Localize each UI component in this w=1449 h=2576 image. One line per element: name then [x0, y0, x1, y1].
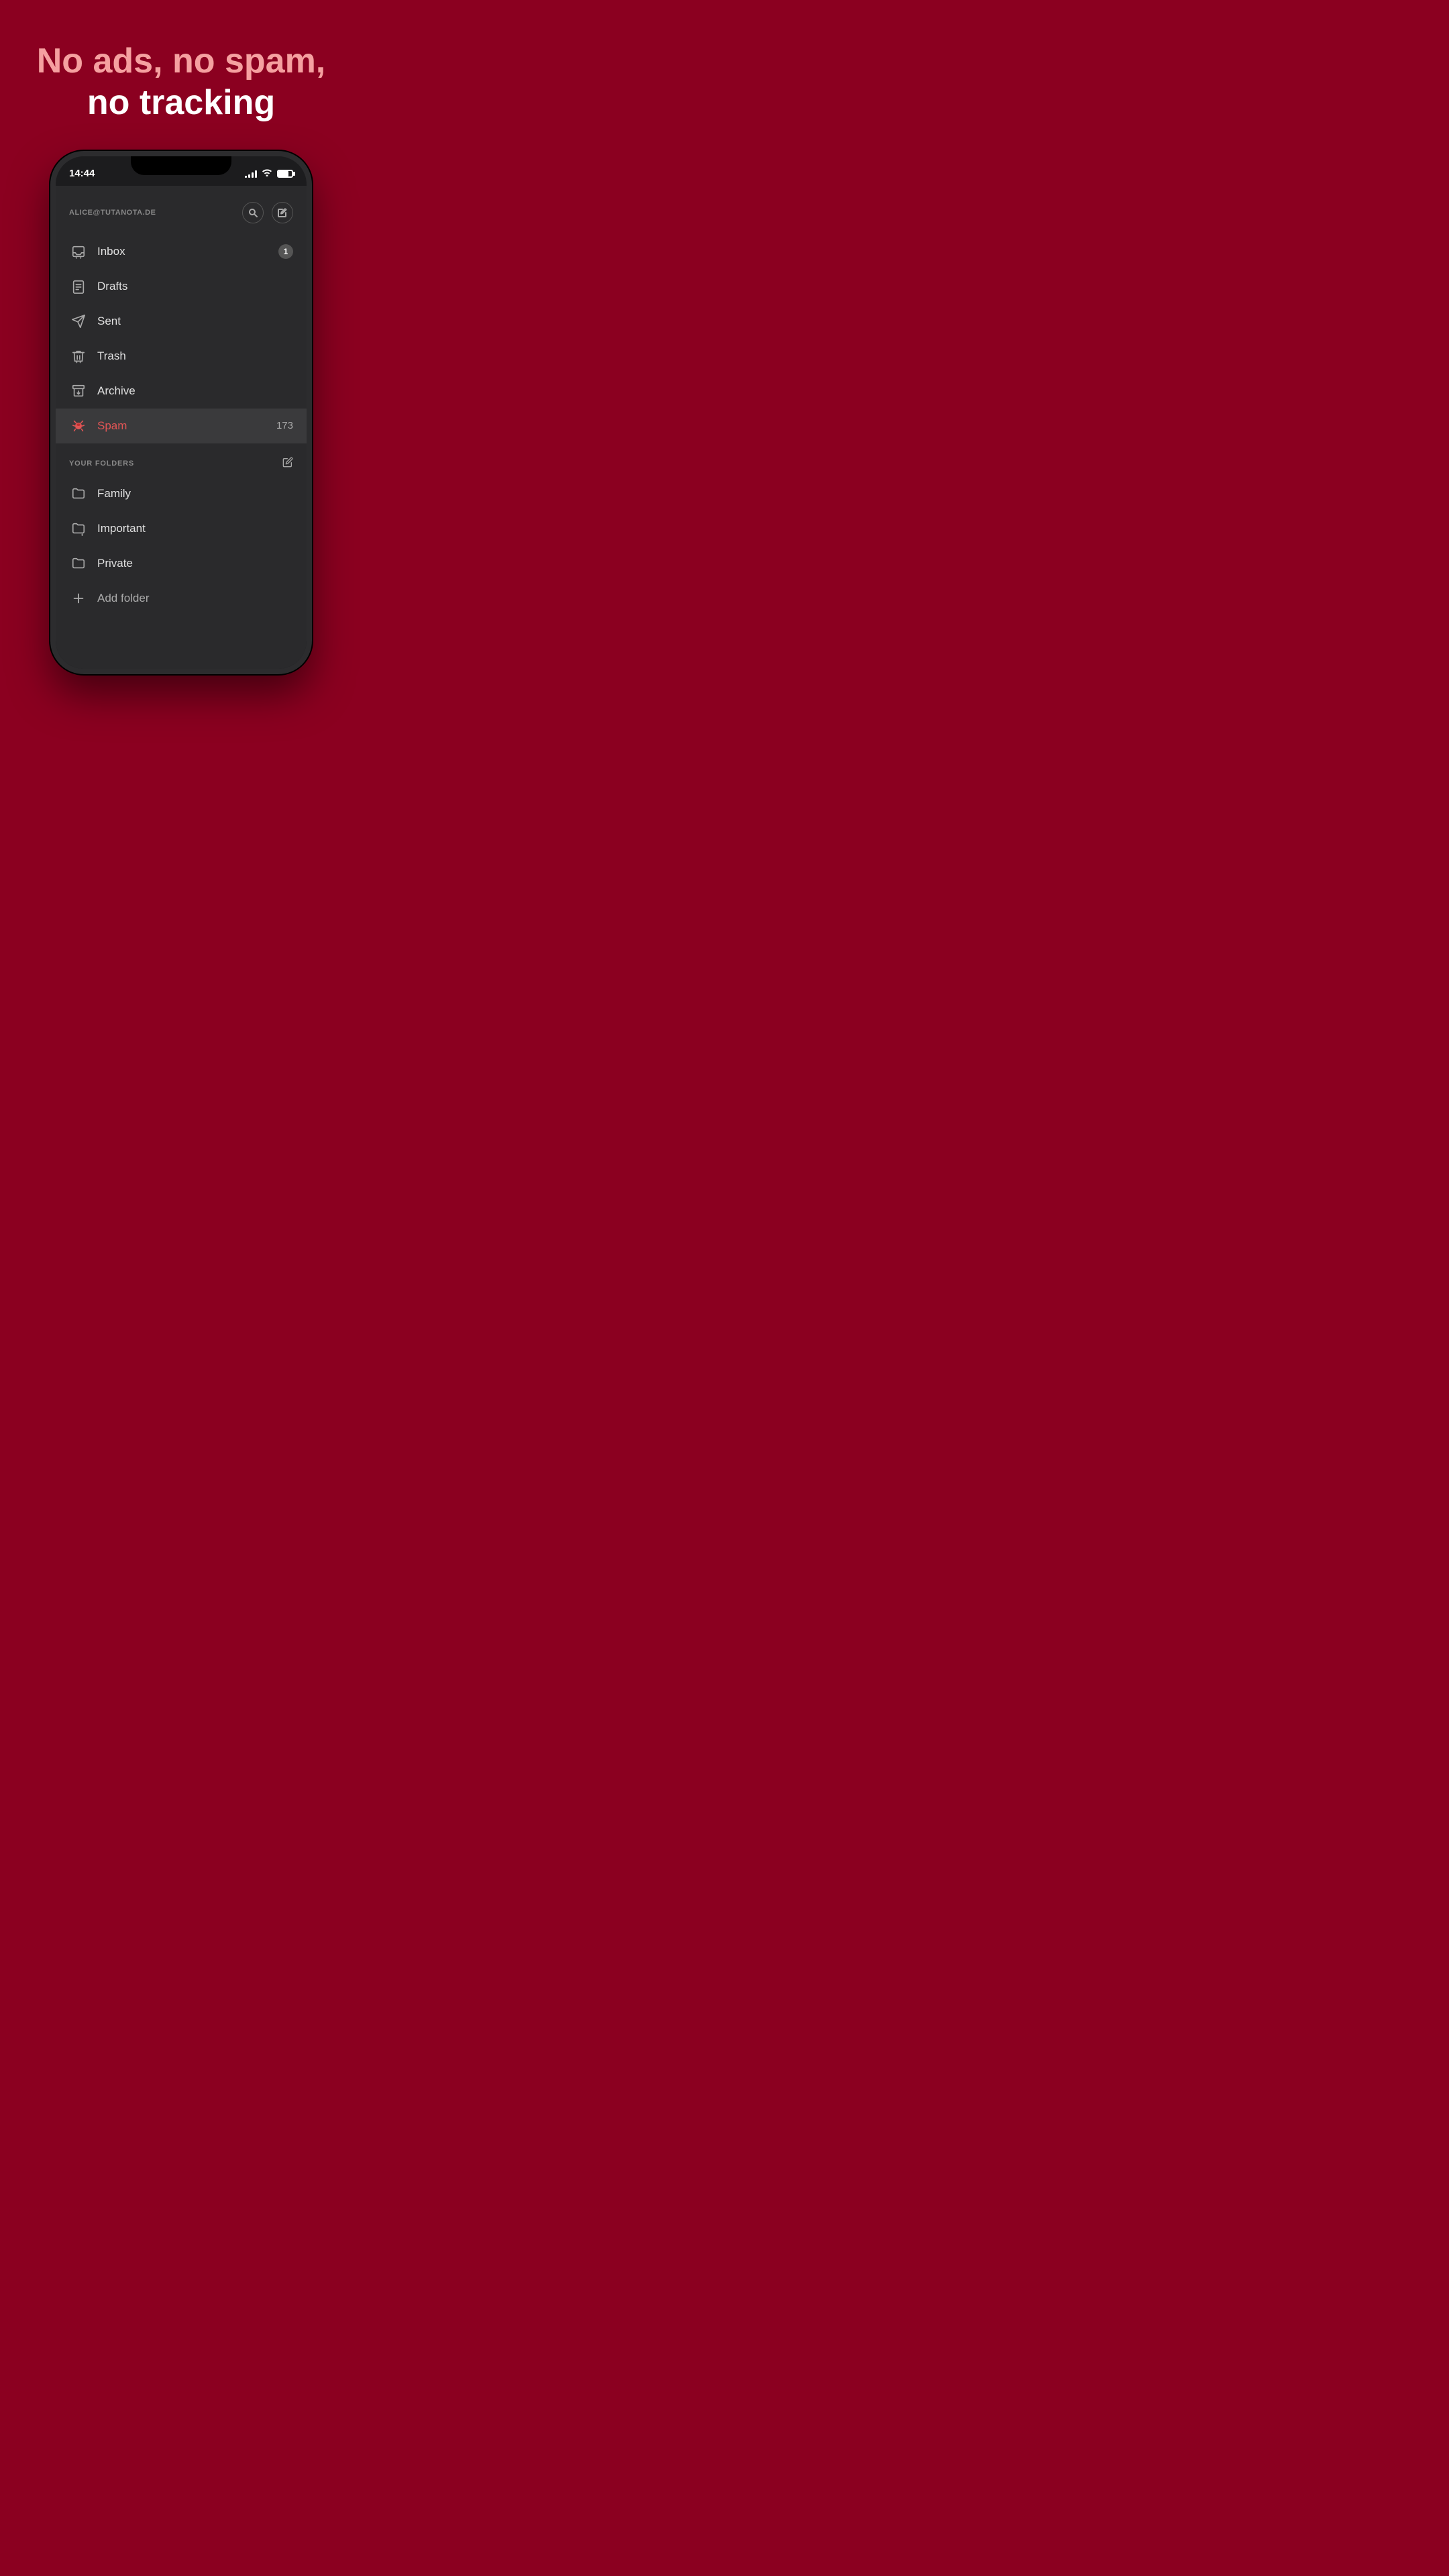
spam-label: Spam: [97, 419, 276, 433]
status-icons: [245, 168, 293, 178]
sidebar-item-sent[interactable]: Sent: [56, 304, 307, 339]
folders-edit-button[interactable]: [282, 457, 293, 471]
trash-label: Trash: [97, 350, 293, 363]
add-folder-label: Add folder: [97, 592, 150, 605]
sidebar-item-important[interactable]: Important: [56, 511, 307, 546]
search-button[interactable]: [242, 202, 264, 223]
phone-frame: 14:44 ALICE@TUT: [50, 151, 312, 674]
sidebar-item-archive[interactable]: Archive: [56, 374, 307, 409]
spam-badge: 173: [276, 420, 293, 431]
sent-label: Sent: [97, 315, 293, 328]
drawer: ALICE@TUTANOTA.DE: [56, 186, 307, 669]
tagline: No ads, no spam, no tracking: [10, 0, 353, 151]
drafts-label: Drafts: [97, 280, 293, 293]
phone-notch: [131, 156, 231, 175]
important-label: Important: [97, 522, 293, 535]
inbox-icon: [69, 242, 88, 261]
signal-icon: [245, 170, 257, 178]
family-folder-icon: [69, 484, 88, 503]
battery-icon: [277, 170, 293, 178]
compose-button[interactable]: [272, 202, 293, 223]
sidebar-item-drafts[interactable]: Drafts: [56, 269, 307, 304]
private-folder-icon: [69, 554, 88, 573]
archive-icon: [69, 382, 88, 400]
status-time: 14:44: [69, 168, 95, 179]
drafts-icon: [69, 277, 88, 296]
family-label: Family: [97, 487, 293, 500]
app-content: ALICE@TUTANOTA.DE: [56, 186, 307, 669]
sidebar-item-inbox[interactable]: Inbox 1: [56, 234, 307, 269]
private-label: Private: [97, 557, 293, 570]
add-folder-button[interactable]: Add folder: [56, 581, 307, 616]
header-icons: [242, 202, 293, 223]
inbox-badge: 1: [278, 244, 293, 259]
drawer-header: ALICE@TUTANOTA.DE: [56, 197, 307, 234]
sidebar-item-spam[interactable]: Spam 173: [56, 409, 307, 443]
folders-section-header: YOUR FOLDERS: [56, 443, 307, 476]
important-folder-icon: [69, 519, 88, 538]
sent-icon: [69, 312, 88, 331]
add-folder-icon: [69, 589, 88, 608]
account-email: ALICE@TUTANOTA.DE: [69, 209, 156, 217]
wifi-icon: [262, 168, 272, 178]
inbox-label: Inbox: [97, 245, 278, 258]
folders-section-title: YOUR FOLDERS: [69, 460, 134, 468]
sidebar-item-trash[interactable]: Trash: [56, 339, 307, 374]
archive-label: Archive: [97, 384, 293, 398]
tagline-line2: no tracking: [37, 82, 326, 123]
sidebar-item-private[interactable]: Private: [56, 546, 307, 581]
spam-icon: [69, 417, 88, 435]
tagline-line1: No ads, no spam,: [37, 40, 326, 82]
trash-icon: [69, 347, 88, 366]
sidebar-item-family[interactable]: Family: [56, 476, 307, 511]
